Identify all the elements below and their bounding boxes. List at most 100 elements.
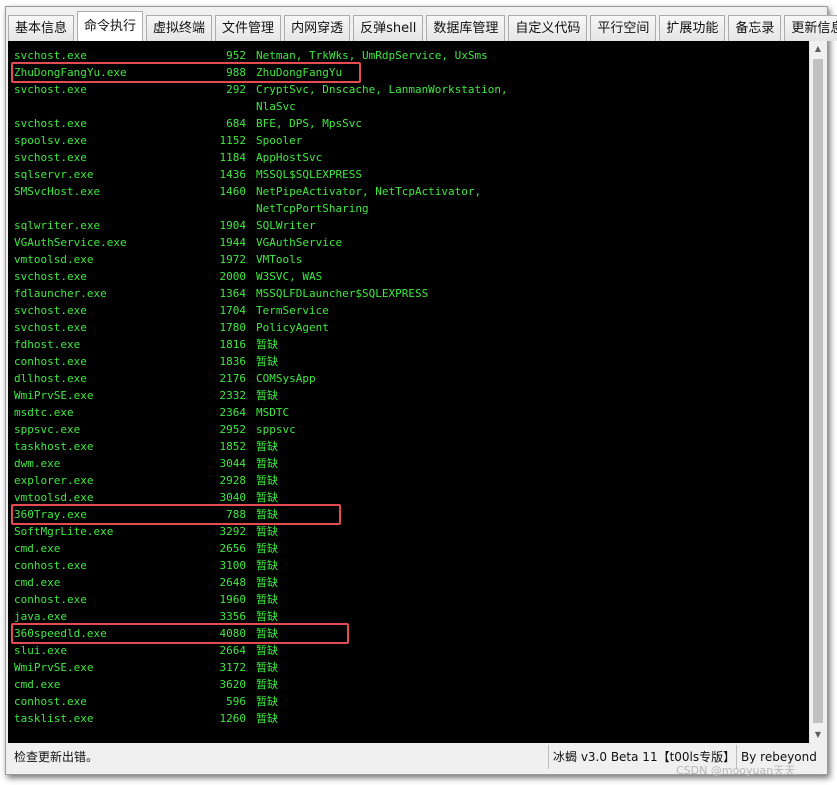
process-name: spoolsv.exe xyxy=(14,134,87,147)
process-svc: 暂缺 xyxy=(256,644,278,657)
process-name: conhost.exe xyxy=(14,695,87,708)
process-pid: 2364 xyxy=(219,406,247,419)
process-name: svchost.exe xyxy=(14,304,87,317)
process-name: WmiPrvSE.exe xyxy=(14,389,94,402)
process-name: conhost.exe xyxy=(14,593,87,606)
process-svc: BFE, DPS, MpsSvc xyxy=(256,117,362,130)
process-svc: 暂缺 xyxy=(256,474,278,487)
process-svc: NlaSvc xyxy=(256,100,296,113)
tab-2[interactable]: 虚拟终端 xyxy=(146,15,213,41)
scroll-up-icon[interactable]: ▲ xyxy=(810,41,826,57)
tab-10[interactable]: 备忘录 xyxy=(728,15,782,41)
process-name: slui.exe xyxy=(14,644,67,657)
process-svc: 暂缺 xyxy=(256,661,278,674)
process-pid: 2656 xyxy=(219,542,247,555)
process-svc: 暂缺 xyxy=(256,457,278,470)
process-svc: sppsvc xyxy=(256,423,296,436)
process-pid: 1460 xyxy=(219,185,247,198)
process-name: fdlauncher.exe xyxy=(14,287,107,300)
process-name: dllhost.exe xyxy=(14,372,87,385)
process-pid: 3620 xyxy=(219,678,247,691)
process-svc: Spooler xyxy=(256,134,303,147)
process-pid: 1260 xyxy=(219,712,247,725)
scrollbar-thumb[interactable] xyxy=(813,59,823,723)
process-svc: NetPipeActivator, NetTcpActivator, xyxy=(256,185,482,198)
process-name: SMSvcHost.exe xyxy=(14,185,101,198)
scroll-down-icon[interactable]: ▼ xyxy=(810,727,826,743)
process-svc: 暂缺 xyxy=(256,542,278,555)
process-svc: 暂缺 xyxy=(256,695,278,708)
tab-7[interactable]: 自定义代码 xyxy=(508,15,588,41)
process-pid: 1152 xyxy=(219,134,247,147)
process-svc: MSSQL$SQLEXPRESS xyxy=(256,168,362,181)
process-pid: 684 xyxy=(226,117,246,130)
command-output[interactable]: svchost.exe 952 Netman, TrkWks, UmRdpServi… xyxy=(8,41,809,743)
process-name: VGAuthService.exe xyxy=(14,236,127,249)
process-name: svchost.exe xyxy=(14,321,87,334)
process-svc: 暂缺 xyxy=(256,678,278,691)
tab-8[interactable]: 平行空间 xyxy=(590,15,657,41)
tab-11[interactable]: 更新信息 xyxy=(784,15,837,41)
process-pid: 596 xyxy=(226,695,246,708)
process-name: sqlwriter.exe xyxy=(14,219,101,232)
process-name: sqlservr.exe xyxy=(14,168,94,181)
process-svc: VMTools xyxy=(256,253,303,266)
process-name: svchost.exe xyxy=(14,270,87,283)
process-pid: 1364 xyxy=(219,287,247,300)
status-message: 检查更新出错。 xyxy=(14,750,99,764)
process-svc: NetTcpPortSharing xyxy=(256,202,369,215)
process-pid: 1836 xyxy=(219,355,247,368)
process-svc: 暂缺 xyxy=(256,525,278,538)
process-pid: 2648 xyxy=(219,576,247,589)
process-svc: MSSQLFDLauncher$SQLEXPRESS xyxy=(256,287,429,300)
tab-6[interactable]: 数据库管理 xyxy=(426,15,506,41)
process-name: conhost.exe xyxy=(14,559,87,572)
process-svc: 暂缺 xyxy=(256,440,278,453)
process-pid: 2952 xyxy=(219,423,247,436)
process-name: sppsvc.exe xyxy=(14,423,81,436)
process-pid: 3292 xyxy=(219,525,247,538)
process-svc: 暂缺 xyxy=(256,355,278,368)
process-pid: 292 xyxy=(226,83,246,96)
process-pid: 2000 xyxy=(219,270,247,283)
process-pid: 1944 xyxy=(219,236,247,249)
tab-bar: 基本信息 命令执行 虚拟终端 文件管理 内网穿透 反弹shell 数据库管理 自定义代码 平行空… xyxy=(8,11,837,41)
process-pid: 2664 xyxy=(219,644,247,657)
process-pid: 1960 xyxy=(219,593,247,606)
process-svc: COMSysApp xyxy=(256,372,316,385)
process-pid: 1704 xyxy=(219,304,247,317)
process-pid: 2332 xyxy=(219,389,247,402)
tab-5[interactable]: 反弹shell xyxy=(353,15,424,41)
vertical-scrollbar[interactable]: ▲ ▼ xyxy=(809,41,826,743)
tab-3[interactable]: 文件管理 xyxy=(215,15,282,41)
tab-9[interactable]: 扩展功能 xyxy=(659,15,726,41)
process-pid: 1852 xyxy=(219,440,247,453)
process-svc: MSDTC xyxy=(256,406,290,419)
process-pid: 3044 xyxy=(219,457,247,470)
process-pid: 1816 xyxy=(219,338,247,351)
process-pid: 3172 xyxy=(219,661,247,674)
process-svc: W3SVC, WAS xyxy=(256,270,323,283)
process-name: tasklist.exe xyxy=(14,712,94,725)
process-name: svchost.exe xyxy=(14,83,87,96)
process-svc: VGAuthService xyxy=(256,236,343,249)
process-pid: 2928 xyxy=(219,474,247,487)
process-pid: 2176 xyxy=(219,372,247,385)
process-name: cmd.exe xyxy=(14,678,61,691)
process-svc: 暂缺 xyxy=(256,576,278,589)
process-svc: TermService xyxy=(256,304,329,317)
process-svc: SQLWriter xyxy=(256,219,316,232)
highlight-box xyxy=(11,623,349,644)
process-pid: 1904 xyxy=(219,219,247,232)
process-name: SoftMgrLite.exe xyxy=(14,525,114,538)
process-name: msdtc.exe xyxy=(14,406,74,419)
process-pid: 3100 xyxy=(219,559,247,572)
tab-1[interactable]: 命令执行 xyxy=(77,11,144,41)
process-pid: 1972 xyxy=(219,253,247,266)
process-pid: 1780 xyxy=(219,321,247,334)
tab-0[interactable]: 基本信息 xyxy=(8,15,75,41)
process-svc: 暂缺 xyxy=(256,559,278,572)
process-pid: 1184 xyxy=(219,151,247,164)
tab-4[interactable]: 内网穿透 xyxy=(284,15,351,41)
process-svc: AppHostSvc xyxy=(256,151,323,164)
